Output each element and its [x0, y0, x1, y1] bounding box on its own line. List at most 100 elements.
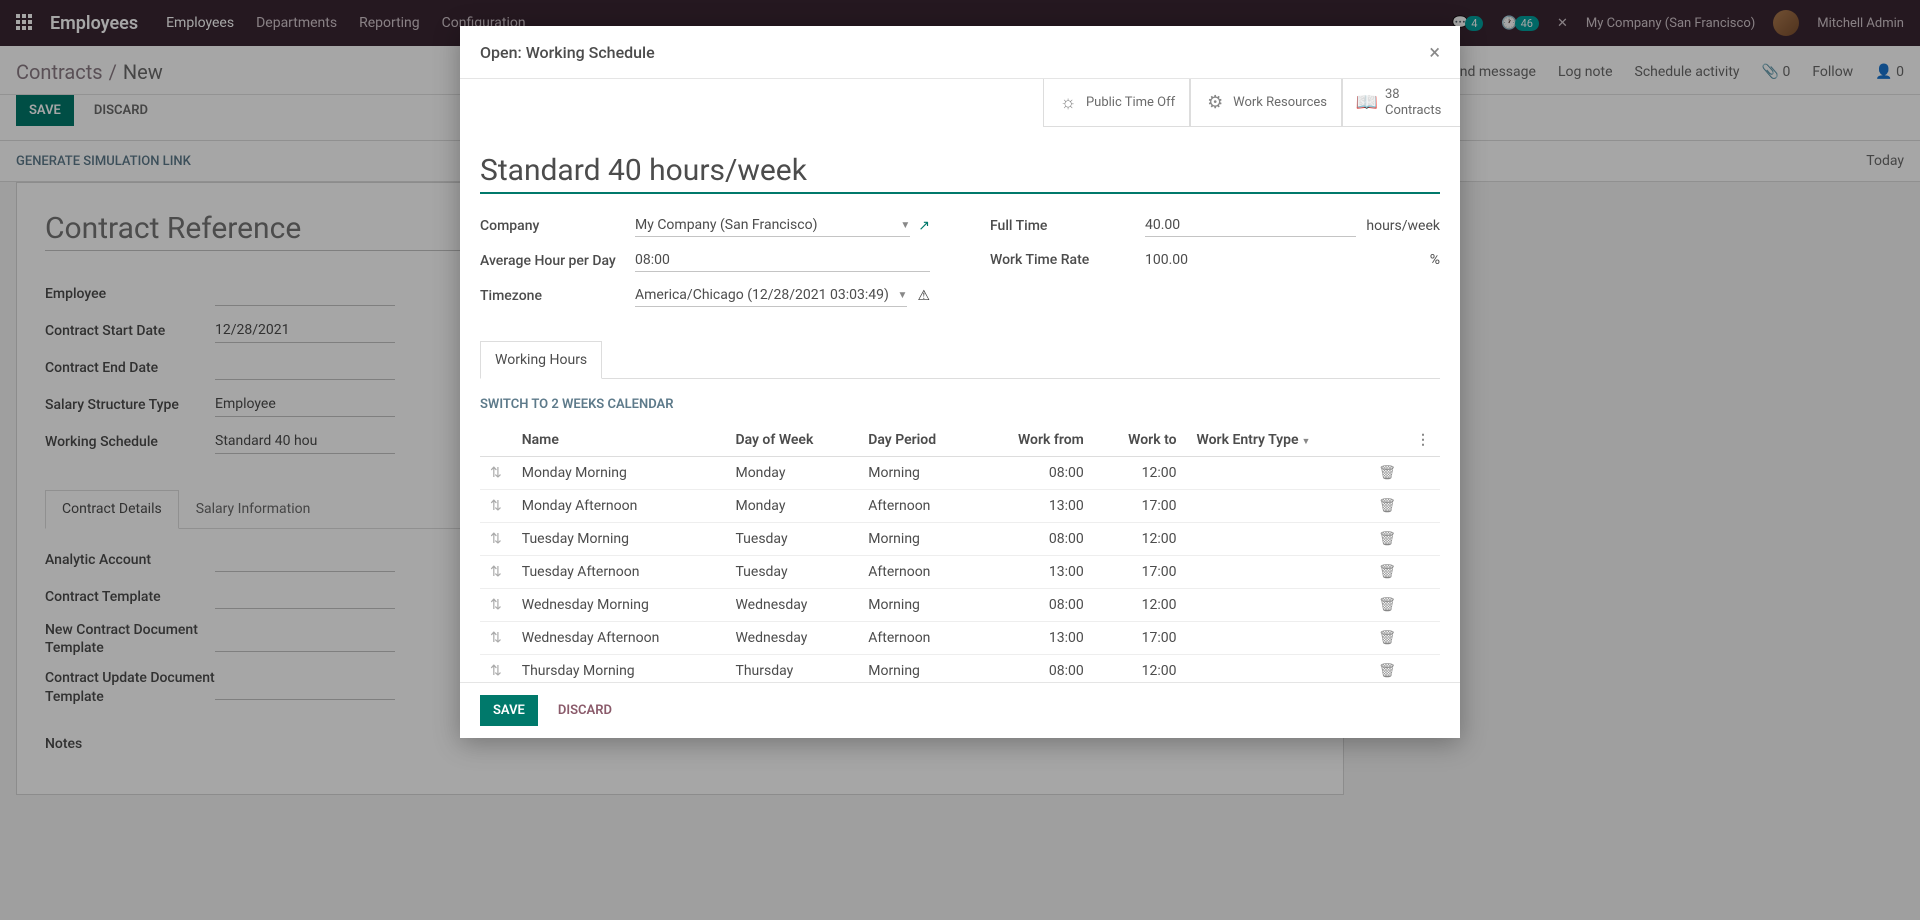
drag-handle-icon[interactable]: ⇅ [480, 589, 512, 622]
fulltime-unit: hours/week [1366, 218, 1440, 234]
avg-hour-input[interactable]: 08:00 [635, 249, 930, 272]
tab-working-hours[interactable]: Working Hours [480, 341, 602, 379]
th-from: Work from [977, 424, 1093, 457]
label-company: Company [480, 218, 635, 234]
drag-handle-icon[interactable]: ⇅ [480, 523, 512, 556]
work-rate-value: 100.00 [1145, 249, 1420, 271]
work-rate-unit: % [1430, 252, 1440, 268]
fulltime-input[interactable]: 40.00 [1145, 214, 1356, 237]
cell-dow: Tuesday [725, 523, 858, 556]
stat-contracts[interactable]: 📖 38Contracts [1342, 79, 1460, 127]
drag-handle-icon[interactable]: ⇅ [480, 655, 512, 682]
label-fulltime: Full Time [990, 218, 1145, 234]
cell-dow: Monday [725, 457, 858, 490]
label-avg-hour: Average Hour per Day [480, 253, 635, 269]
switch-to-2weeks-link[interactable]: SWITCH TO 2 WEEKS CALENDAR [480, 397, 1440, 412]
chevron-down-icon: ▼ [898, 290, 908, 301]
drag-handle-icon[interactable]: ⇅ [480, 490, 512, 523]
drag-handle-icon[interactable]: ⇅ [480, 622, 512, 655]
table-row[interactable]: ⇅Tuesday MorningTuesdayMorning08:0012:00… [480, 523, 1440, 556]
cell-from: 13:00 [977, 556, 1093, 589]
drag-handle-icon[interactable]: ⇅ [480, 556, 512, 589]
cell-entry [1187, 589, 1369, 622]
cell-name: Tuesday Morning [512, 523, 726, 556]
cell-name: Monday Afternoon [512, 490, 726, 523]
working-hours-table: Name Day of Week Day Period Work from Wo… [480, 424, 1440, 682]
table-options-icon[interactable]: ⋮ [1406, 424, 1440, 457]
cell-to: 12:00 [1094, 457, 1187, 490]
external-link-icon[interactable]: ↗ [918, 218, 930, 234]
cell-to: 17:00 [1094, 556, 1187, 589]
cell-period: Afternoon [858, 556, 977, 589]
table-row[interactable]: ⇅Tuesday AfternoonTuesdayAfternoon13:001… [480, 556, 1440, 589]
delete-row-icon[interactable]: 🗑 [1368, 556, 1406, 589]
chevron-down-icon: ▼ [1302, 437, 1311, 447]
sun-icon: ☼ [1058, 93, 1078, 113]
delete-row-icon[interactable]: 🗑 [1368, 655, 1406, 682]
table-row[interactable]: ⇅Thursday MorningThursdayMorning08:0012:… [480, 655, 1440, 682]
delete-row-icon[interactable]: 🗑 [1368, 589, 1406, 622]
cell-from: 13:00 [977, 490, 1093, 523]
table-row[interactable]: ⇅Monday MorningMondayMorning08:0012:00 🗑 [480, 457, 1440, 490]
cell-name: Wednesday Afternoon [512, 622, 726, 655]
modal-title: Open: Working Schedule [480, 43, 655, 62]
cell-to: 12:00 [1094, 589, 1187, 622]
label-work-rate: Work Time Rate [990, 252, 1145, 268]
timezone-select[interactable]: America/Chicago (12/28/2021 03:03:49)▼ [635, 284, 907, 307]
cell-from: 13:00 [977, 622, 1093, 655]
cell-period: Morning [858, 589, 977, 622]
cell-dow: Wednesday [725, 589, 858, 622]
delete-row-icon[interactable]: 🗑 [1368, 622, 1406, 655]
cell-from: 08:00 [977, 655, 1093, 682]
delete-row-icon[interactable]: 🗑 [1368, 523, 1406, 556]
table-row[interactable]: ⇅Wednesday MorningWednesdayMorning08:001… [480, 589, 1440, 622]
stat-work-resources[interactable]: ⚙ Work Resources [1190, 79, 1342, 127]
cell-dow: Tuesday [725, 556, 858, 589]
cell-period: Afternoon [858, 622, 977, 655]
gears-icon: ⚙ [1205, 93, 1225, 113]
cell-period: Morning [858, 457, 977, 490]
delete-row-icon[interactable]: 🗑 [1368, 490, 1406, 523]
cell-dow: Wednesday [725, 622, 858, 655]
warning-icon: ⚠ [917, 288, 930, 304]
book-icon: 📖 [1357, 93, 1377, 113]
cell-entry [1187, 490, 1369, 523]
cell-entry [1187, 523, 1369, 556]
cell-to: 12:00 [1094, 655, 1187, 682]
cell-to: 17:00 [1094, 490, 1187, 523]
stat-public-time-off[interactable]: ☼ Public Time Off [1043, 79, 1190, 127]
drag-handle-icon[interactable]: ⇅ [480, 457, 512, 490]
modal-save-button[interactable]: SAVE [480, 695, 538, 726]
cell-entry [1187, 622, 1369, 655]
cell-period: Morning [858, 655, 977, 682]
th-dow: Day of Week [725, 424, 858, 457]
cell-to: 17:00 [1094, 622, 1187, 655]
cell-from: 08:00 [977, 589, 1093, 622]
cell-period: Morning [858, 523, 977, 556]
cell-entry [1187, 556, 1369, 589]
table-row[interactable]: ⇅Monday AfternoonMondayAfternoon13:0017:… [480, 490, 1440, 523]
cell-dow: Thursday [725, 655, 858, 682]
th-name: Name [512, 424, 726, 457]
delete-row-icon[interactable]: 🗑 [1368, 457, 1406, 490]
cell-name: Thursday Morning [512, 655, 726, 682]
label-timezone: Timezone [480, 288, 635, 304]
modal-close-button[interactable]: × [1429, 40, 1440, 64]
cell-from: 08:00 [977, 457, 1093, 490]
cell-entry [1187, 457, 1369, 490]
chevron-down-icon: ▼ [900, 220, 910, 231]
cell-name: Monday Morning [512, 457, 726, 490]
cell-name: Tuesday Afternoon [512, 556, 726, 589]
working-schedule-modal: Open: Working Schedule × ☼ Public Time O… [460, 26, 1460, 738]
table-row[interactable]: ⇅Wednesday AfternoonWednesdayAfternoon13… [480, 622, 1440, 655]
cell-dow: Monday [725, 490, 858, 523]
company-select[interactable]: My Company (San Francisco)▼ [635, 214, 910, 237]
th-entry-type: Work Entry Type▼ [1187, 424, 1369, 457]
cell-from: 08:00 [977, 523, 1093, 556]
modal-discard-button[interactable]: DISCARD [554, 695, 616, 726]
schedule-name-input[interactable] [480, 149, 1440, 194]
cell-entry [1187, 655, 1369, 682]
cell-name: Wednesday Morning [512, 589, 726, 622]
th-to: Work to [1094, 424, 1187, 457]
modal-overlay: Open: Working Schedule × ☼ Public Time O… [0, 0, 1920, 920]
